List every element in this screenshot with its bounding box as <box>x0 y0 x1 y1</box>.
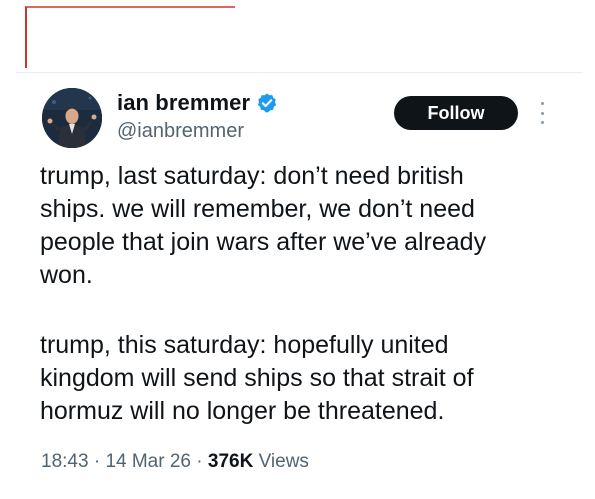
meta-separator: · <box>196 451 203 472</box>
top-frame-decoration <box>25 6 235 68</box>
tweet-date[interactable]: 14 Mar 26 <box>105 451 191 472</box>
author-display-name[interactable]: ian bremmer <box>117 90 250 116</box>
author-block: ian bremmer @ianbremmer <box>117 90 278 143</box>
more-dot <box>540 102 544 105</box>
views-label: Views <box>258 451 309 472</box>
verified-badge-icon <box>256 92 278 114</box>
more-dot <box>540 121 544 124</box>
more-options-icon[interactable] <box>536 100 548 126</box>
views-count: 376K <box>207 451 254 472</box>
tweet-paragraph-2: trump, this saturday: hopefully united k… <box>40 331 474 425</box>
top-divider <box>16 72 583 73</box>
more-dot <box>540 111 544 115</box>
tweet-paragraph-1: trump, last saturday: don’t need british… <box>40 162 487 289</box>
follow-button[interactable]: Follow <box>394 96 518 130</box>
avatar[interactable] <box>42 88 102 148</box>
tweet-meta: 18:43 · 14 Mar 26 · 376K Views <box>41 451 309 473</box>
author-handle[interactable]: @ianbremmer <box>117 120 278 143</box>
meta-separator: · <box>93 451 101 472</box>
tweet-time[interactable]: 18:43 <box>41 451 89 472</box>
author-name-row: ian bremmer <box>117 90 278 116</box>
